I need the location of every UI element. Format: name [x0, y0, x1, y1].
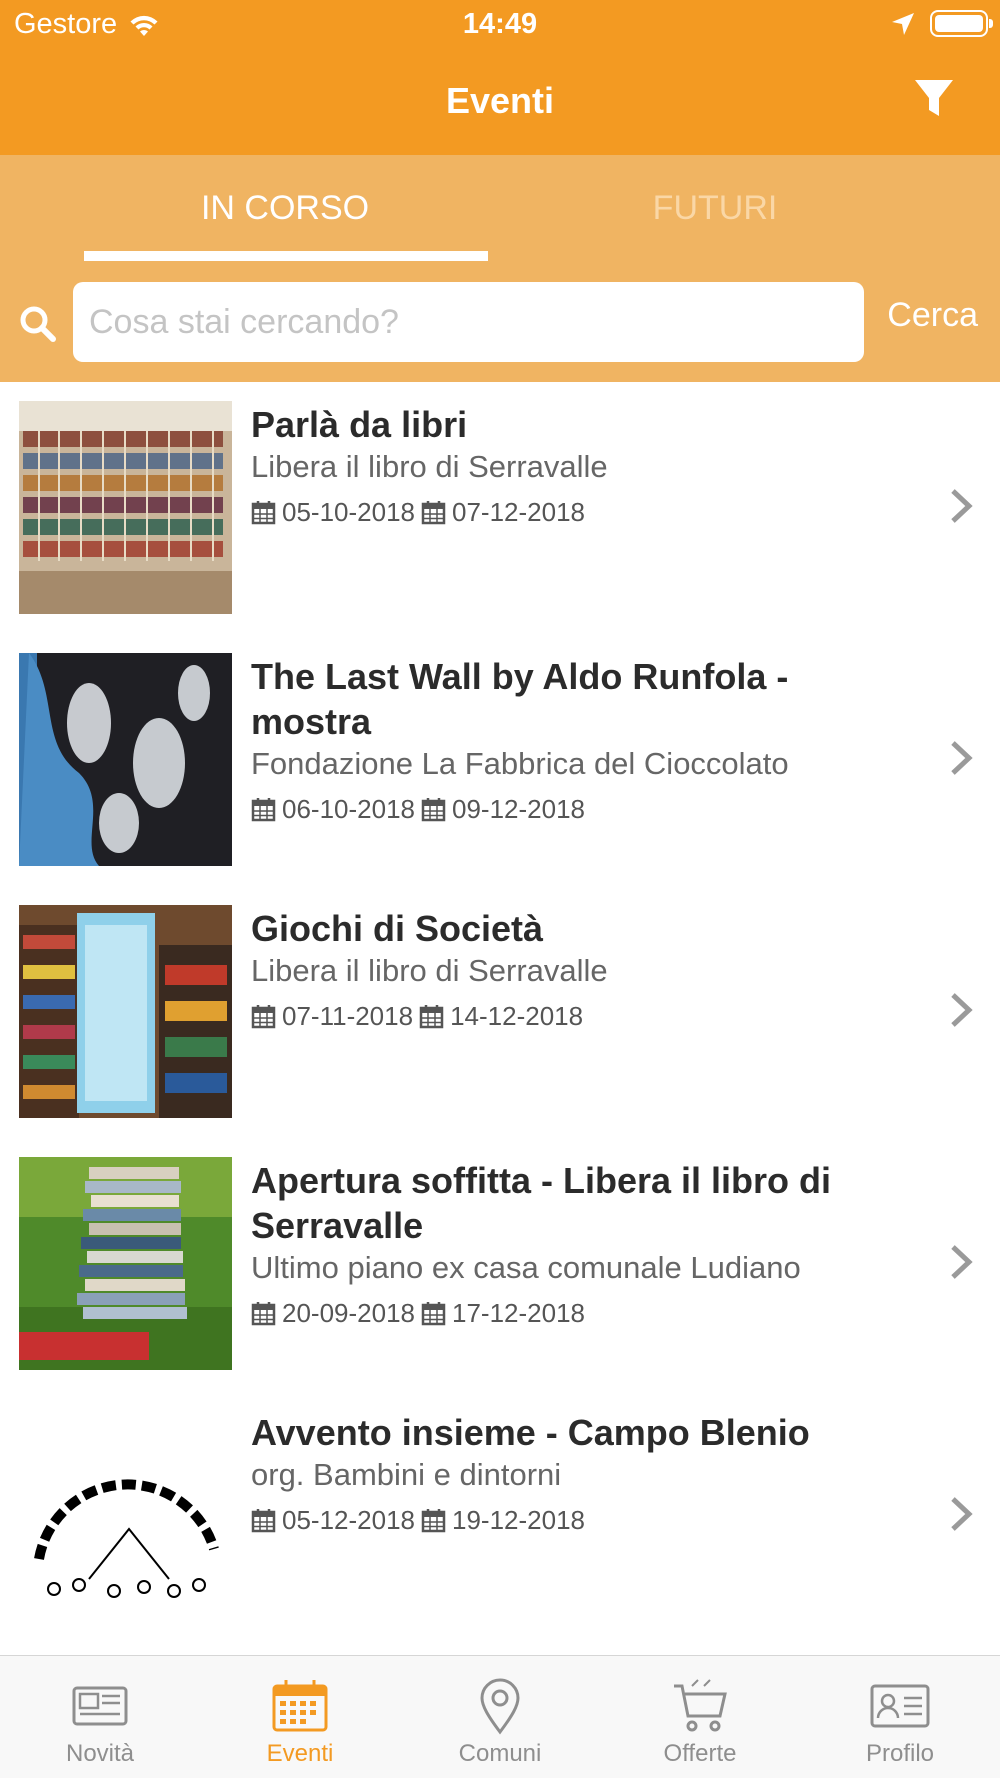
- calendar-icon: [421, 798, 446, 822]
- tab-indicator: [84, 251, 488, 261]
- filter-icon[interactable]: [912, 76, 956, 120]
- page-title: Eventi: [445, 80, 555, 121]
- event-info: Parlà da libri Libera il libro di Serrav…: [251, 402, 871, 528]
- list-item[interactable]: Apertura soffitta - Libera il libro di S…: [0, 1138, 1000, 1390]
- map-pin-icon: [480, 1678, 520, 1735]
- status-time: 14:49: [462, 8, 538, 40]
- organizer-logo: [19, 1409, 232, 1622]
- event-thumbnail: [19, 401, 232, 614]
- event-title: Parlà da libri: [251, 404, 468, 445]
- calendar-icon: [421, 501, 446, 525]
- chevron-right-icon: [951, 489, 973, 523]
- event-end-date: 17-12-2018: [452, 1298, 585, 1328]
- event-info: Avvento insieme - Campo Blenio org. Bamb…: [251, 1410, 871, 1536]
- segment-tabs: IN CORSO FUTURI: [0, 155, 1000, 282]
- calendar-icon: [251, 1509, 276, 1533]
- event-venue: Fondazione La Fabbrica del Cioccolato: [251, 746, 789, 781]
- event-dates: 05-10-2018 07-12-2018: [251, 497, 871, 528]
- event-venue: org. Bambini e dintorni: [251, 1457, 562, 1492]
- chevron-right-icon: [951, 993, 973, 1027]
- calendar-icon: [251, 1005, 276, 1029]
- bottom-tab-label: Novità: [65, 1740, 135, 1767]
- event-end-date: 07-12-2018: [452, 497, 585, 527]
- bottom-tab-label: Comuni: [458, 1740, 542, 1767]
- event-start-date: 06-10-2018: [282, 794, 415, 824]
- event-thumbnail: [19, 653, 232, 866]
- chevron-right-icon: [951, 1245, 973, 1279]
- event-info: The Last Wall by Aldo Runfola - mostra F…: [251, 654, 871, 825]
- event-thumbnail: [19, 1409, 232, 1622]
- id-card-icon: [870, 1684, 930, 1728]
- event-dates: 05-12-2018 19-12-2018: [251, 1505, 871, 1536]
- chevron-right-icon: [951, 741, 973, 775]
- calendar-icon: [251, 798, 276, 822]
- battery-icon: [930, 10, 993, 37]
- event-title: Giochi di Società: [251, 908, 544, 949]
- event-title: The Last Wall by Aldo Runfola - mostra: [251, 656, 789, 742]
- calendar-icon: [419, 1005, 444, 1029]
- calendar-icon: [421, 1509, 446, 1533]
- event-venue: Libera il libro di Serravalle: [251, 953, 608, 988]
- event-dates: 20-09-2018 17-12-2018: [251, 1298, 871, 1329]
- search-bar: Cerca: [0, 282, 1000, 382]
- event-title: Apertura soffitta - Libera il libro di S…: [251, 1160, 832, 1246]
- status-bar: Gestore 14:49: [0, 0, 1000, 50]
- bottom-tab-profilo[interactable]: Profilo: [800, 1656, 1000, 1778]
- event-info: Apertura soffitta - Libera il libro di S…: [251, 1158, 871, 1329]
- bottom-tab-label: Eventi: [266, 1740, 334, 1767]
- bottom-tab-label: Profilo: [865, 1740, 935, 1767]
- bottom-tab-offerte[interactable]: Offerte: [600, 1656, 800, 1778]
- event-dates: 07-11-2018 14-12-2018: [251, 1001, 871, 1032]
- search-input[interactable]: [73, 282, 864, 362]
- bottom-tab-eventi[interactable]: Eventi: [200, 1656, 400, 1778]
- list-item[interactable]: Giochi di Società Libera il libro di Ser…: [0, 886, 1000, 1138]
- event-end-date: 09-12-2018: [452, 794, 585, 824]
- cart-icon: [674, 1679, 727, 1732]
- tab-in-corso[interactable]: IN CORSO: [75, 189, 495, 228]
- event-title: Avvento insieme - Campo Blenio: [251, 1412, 810, 1453]
- event-start-date: 05-10-2018: [282, 497, 415, 527]
- event-dates: 06-10-2018 09-12-2018: [251, 794, 871, 825]
- tab-futuri[interactable]: FUTURI: [505, 189, 925, 228]
- chevron-right-icon: [951, 1497, 973, 1531]
- top-bar: Gestore 14:49 Eventi: [0, 0, 1000, 155]
- event-end-date: 14-12-2018: [450, 1001, 584, 1031]
- calendar-icon: [421, 1302, 446, 1326]
- search-icon: [20, 306, 56, 342]
- event-venue: Ultimo piano ex casa comunale Ludiano: [251, 1250, 801, 1285]
- bottom-tab-bar: Novità Eventi Comuni Offerte Profilo: [0, 1655, 1000, 1778]
- event-list: Parlà da libri Libera il libro di Serrav…: [0, 382, 1000, 1642]
- event-venue: Libera il libro di Serravalle: [251, 449, 608, 484]
- event-thumbnail: [19, 1157, 232, 1370]
- calendar-icon: [251, 501, 276, 525]
- search-button[interactable]: Cerca: [887, 296, 978, 335]
- event-start-date: 07-11-2018: [282, 1001, 414, 1031]
- list-item[interactable]: The Last Wall by Aldo Runfola - mostra F…: [0, 634, 1000, 886]
- bottom-tab-novita[interactable]: Novità: [0, 1656, 200, 1778]
- status-right: [890, 10, 993, 37]
- event-start-date: 05-12-2018: [282, 1505, 415, 1535]
- list-item[interactable]: Parlà da libri Libera il libro di Serrav…: [0, 382, 1000, 634]
- bottom-tab-comuni[interactable]: Comuni: [400, 1656, 600, 1778]
- event-info: Giochi di Società Libera il libro di Ser…: [251, 906, 871, 1032]
- bottom-tab-label: Offerte: [663, 1740, 737, 1767]
- calendar-icon: [251, 1302, 276, 1326]
- location-arrow-icon: [892, 12, 914, 35]
- list-item[interactable]: Avvento insieme - Campo Blenio org. Bamb…: [0, 1390, 1000, 1642]
- event-end-date: 19-12-2018: [452, 1505, 585, 1535]
- calendar-icon: [272, 1680, 328, 1732]
- newspaper-icon: [72, 1686, 128, 1726]
- event-start-date: 20-09-2018: [282, 1298, 415, 1328]
- event-thumbnail: [19, 905, 232, 1118]
